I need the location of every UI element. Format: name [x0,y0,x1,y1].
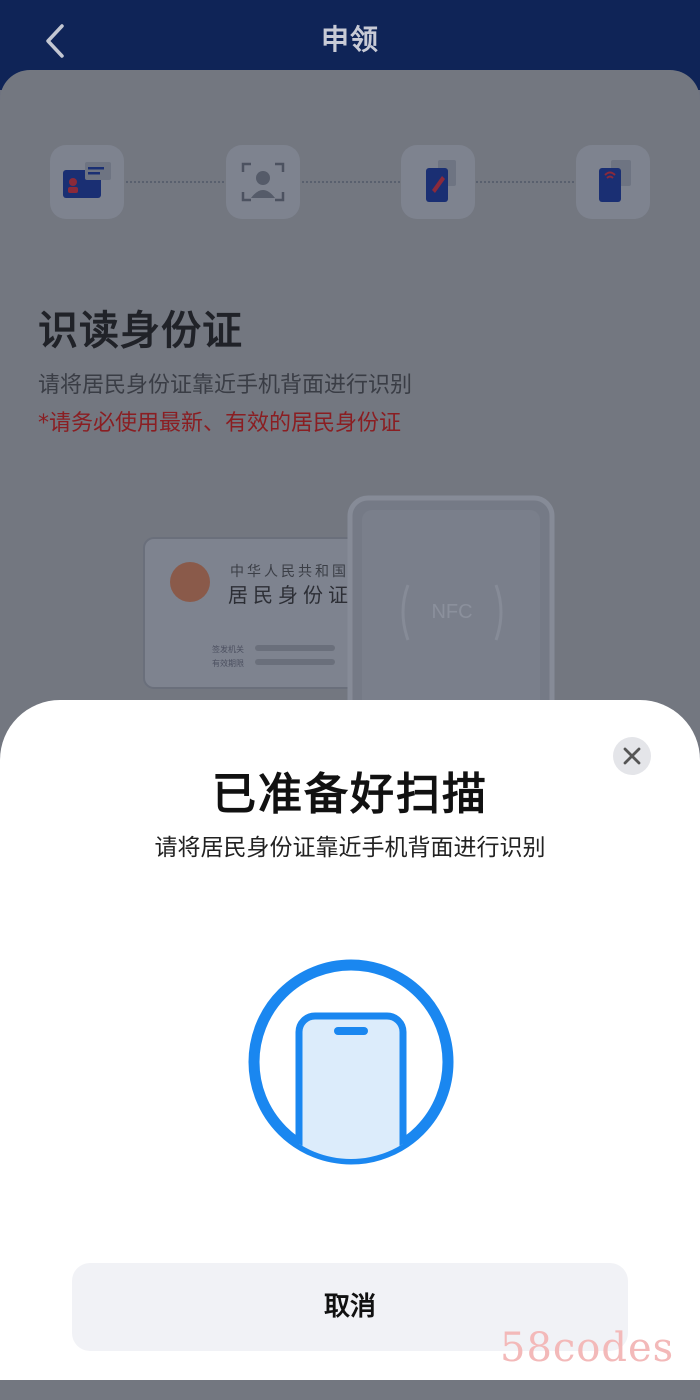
step-face-scan [226,145,300,219]
card-field-issuer: 签发机关 [212,644,244,654]
progress-steps [50,145,650,220]
id-card-icon [63,162,111,198]
phone-edit-icon [426,160,456,202]
step-nfc [576,145,650,219]
phone-nfc-icon [599,160,631,202]
face-scan-icon [241,162,285,202]
watermark: 58codes [500,1325,675,1371]
step-read-id [50,145,124,219]
sheet-title: 已准备好扫描 [212,769,488,820]
step-connector [476,181,574,183]
step-connector [302,181,400,183]
nfc-label: NFC [431,601,472,623]
page-title: 申领 [320,23,379,56]
phone-scan-icon [248,959,454,1165]
card-text-line2: 居民身份证 [228,583,353,607]
nfc-illustration: 中华人民共和国 居民身份证 签发机关 有效期限 NFC [143,495,555,710]
step-sign [401,145,475,219]
section-title: 识读身份证 [38,308,243,354]
card-text-line1: 中华人民共和国 [230,564,349,580]
warning-text: *请务必使用最新、有效的居民身份证 [38,411,402,436]
step-connector [126,181,224,183]
instruction-text: 请将居民身份证靠近手机背面进行识别 [38,373,413,398]
sheet-subtitle: 请将居民身份证靠近手机背面进行识别 [154,835,546,861]
card-field-validity: 有效期限 [212,658,244,668]
